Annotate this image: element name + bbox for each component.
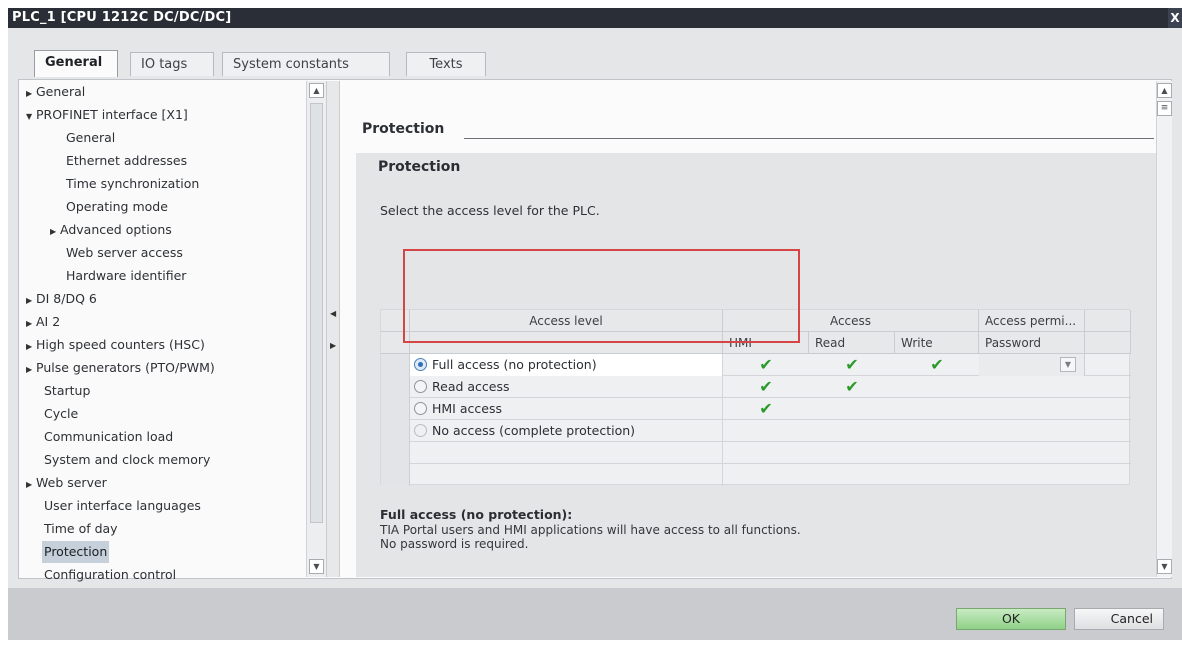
description-text: TIA Portal users and HMI applications wi… bbox=[380, 523, 801, 551]
chevron-down-icon[interactable]: ▼ bbox=[1060, 357, 1076, 372]
header-read: Read bbox=[809, 332, 895, 354]
nav-item-user-interface-languages[interactable]: User interface languages bbox=[44, 495, 201, 517]
description-line: TIA Portal users and HMI applications wi… bbox=[380, 523, 801, 537]
tab-general[interactable]: General bbox=[34, 50, 118, 77]
nav-item-system-clock-memory[interactable]: System and clock memory bbox=[44, 449, 210, 471]
nav-item-profinet-general[interactable]: General bbox=[66, 127, 115, 149]
header-write: Write bbox=[895, 332, 979, 354]
panel-splitter[interactable]: ◀ ▶ bbox=[326, 81, 340, 577]
table-row-empty bbox=[381, 442, 1131, 464]
nav-item-pulse-generators[interactable]: ▶ Pulse generators (PTO/PWM) bbox=[26, 357, 215, 379]
tab-system-constants[interactable]: System constants bbox=[222, 52, 390, 76]
nav-item-configuration-control[interactable]: Configuration control bbox=[44, 564, 176, 586]
table-row-empty bbox=[381, 464, 1131, 486]
header-password: Password bbox=[979, 332, 1085, 354]
nav-scroll-thumb[interactable] bbox=[310, 103, 323, 523]
nav-item-profinet-interface[interactable]: ▼ PROFINET interface [X1] bbox=[26, 104, 188, 126]
nav-item-operating-mode[interactable]: Operating mode bbox=[66, 196, 168, 218]
row-header bbox=[381, 420, 410, 442]
row-header bbox=[381, 442, 410, 464]
nav-item-hsc[interactable]: ▶ High speed counters (HSC) bbox=[26, 334, 205, 356]
nav-item-protection[interactable]: Protection bbox=[42, 541, 110, 563]
access-level-hmi[interactable]: HMI access bbox=[410, 398, 723, 420]
window-titlebar: PLC_1 [CPU 1212C DC/DC/DC] X bbox=[8, 8, 1182, 28]
access-level-none[interactable]: No access (complete protection) bbox=[410, 420, 723, 442]
check-icon: ✔ bbox=[759, 399, 773, 418]
table-row[interactable]: Full access (no protection) ✔ ✔ ✔ ▼ bbox=[381, 354, 1131, 376]
nav-item-startup[interactable]: Startup bbox=[44, 380, 90, 402]
expand-arrow-icon[interactable]: ▶ bbox=[26, 359, 36, 381]
check-icon: ✔ bbox=[759, 377, 773, 396]
table-row[interactable]: HMI access ✔ bbox=[381, 398, 1131, 420]
nav-item-communication-load[interactable]: Communication load bbox=[44, 426, 173, 448]
access-level-read[interactable]: Read access bbox=[410, 376, 723, 398]
row-header bbox=[381, 464, 410, 486]
header-filler-sub bbox=[1085, 332, 1131, 354]
nav-item-time-of-day[interactable]: Time of day bbox=[44, 518, 118, 540]
row-header bbox=[381, 354, 410, 376]
scroll-down-icon[interactable]: ▼ bbox=[1157, 559, 1172, 574]
radio-icon[interactable] bbox=[414, 424, 427, 437]
row-header bbox=[381, 398, 410, 420]
nav-item-di-dq[interactable]: ▶ DI 8/DQ 6 bbox=[26, 288, 97, 310]
empty-cell bbox=[410, 464, 723, 486]
table-row[interactable]: No access (complete protection) bbox=[381, 420, 1131, 442]
dialog-footer: OK Cancel bbox=[8, 588, 1182, 640]
tab-texts[interactable]: Texts bbox=[406, 52, 486, 76]
scroll-grip-icon[interactable]: ≡ bbox=[1157, 101, 1172, 116]
header-filler bbox=[1085, 310, 1131, 332]
expand-arrow-icon[interactable]: ▶ bbox=[26, 313, 36, 335]
nav-item-time-synchronization[interactable]: Time synchronization bbox=[66, 173, 199, 195]
section-title: Protection bbox=[378, 159, 461, 175]
collapse-arrow-icon[interactable]: ▼ bbox=[26, 106, 36, 128]
close-icon[interactable]: X bbox=[1168, 8, 1182, 28]
radio-icon[interactable] bbox=[414, 402, 427, 415]
check-icon: ✔ bbox=[845, 355, 859, 374]
navigation-tree: ▶ General ▼ PROFINET interface [X1] Genera… bbox=[20, 81, 306, 582]
nav-item-ethernet-addresses[interactable]: Ethernet addresses bbox=[66, 150, 187, 172]
expand-arrow-icon[interactable]: ▶ bbox=[26, 290, 36, 312]
description-line: No password is required. bbox=[380, 537, 529, 551]
page-title: Protection bbox=[362, 121, 445, 137]
expand-arrow-icon[interactable]: ▶ bbox=[26, 474, 36, 496]
ok-button[interactable]: OK bbox=[956, 608, 1066, 630]
nav-item-hardware-identifier[interactable]: Hardware identifier bbox=[66, 265, 186, 287]
expand-arrow-icon[interactable]: ▶ bbox=[26, 83, 36, 105]
nav-item-web-server[interactable]: ▶ Web server bbox=[26, 472, 107, 494]
header-divider bbox=[464, 138, 1154, 139]
cancel-button[interactable]: Cancel bbox=[1074, 608, 1164, 630]
check-icon: ✔ bbox=[845, 377, 859, 396]
description-title: Full access (no protection): bbox=[380, 507, 573, 522]
tab-io-tags[interactable]: IO tags bbox=[130, 52, 214, 76]
scroll-up-icon[interactable]: ▲ bbox=[309, 83, 324, 98]
nav-item-ai[interactable]: ▶ AI 2 bbox=[26, 311, 60, 333]
radio-selected-icon[interactable] bbox=[414, 358, 427, 371]
empty-cell bbox=[410, 442, 723, 464]
splitter-left-arrow-icon[interactable]: ◀ bbox=[330, 309, 336, 318]
window-title: PLC_1 [CPU 1212C DC/DC/DC] bbox=[12, 10, 232, 25]
radio-icon[interactable] bbox=[414, 380, 427, 393]
access-level-full[interactable]: Full access (no protection) bbox=[410, 354, 723, 376]
nav-item-web-server-access[interactable]: Web server access bbox=[66, 242, 183, 264]
scroll-up-icon[interactable]: ▲ bbox=[1157, 83, 1172, 98]
row-header bbox=[381, 376, 410, 398]
nav-item-general[interactable]: ▶ General bbox=[26, 81, 85, 103]
nav-scrollbar[interactable]: ▲ ▼ bbox=[306, 81, 326, 577]
instruction-text: Select the access level for the PLC. bbox=[380, 203, 600, 218]
main-scrollbar[interactable]: ▲ ≡ ▼ bbox=[1156, 81, 1172, 577]
password-dropdown[interactable]: ▼ bbox=[979, 354, 1085, 376]
header-access-permission: Access permi... bbox=[979, 310, 1085, 332]
splitter-right-arrow-icon[interactable]: ▶ bbox=[330, 341, 336, 350]
nav-item-advanced-options[interactable]: ▶ Advanced options bbox=[50, 219, 172, 241]
scroll-down-icon[interactable]: ▼ bbox=[309, 559, 324, 574]
check-icon: ✔ bbox=[759, 355, 773, 374]
table-row[interactable]: Read access ✔ ✔ bbox=[381, 376, 1131, 398]
nav-item-cycle[interactable]: Cycle bbox=[44, 403, 78, 425]
highlight-box bbox=[403, 249, 800, 343]
expand-arrow-icon[interactable]: ▶ bbox=[50, 221, 60, 243]
check-icon: ✔ bbox=[930, 355, 944, 374]
protection-section: Protection Select the access level for t… bbox=[356, 153, 1156, 577]
expand-arrow-icon[interactable]: ▶ bbox=[26, 336, 36, 358]
